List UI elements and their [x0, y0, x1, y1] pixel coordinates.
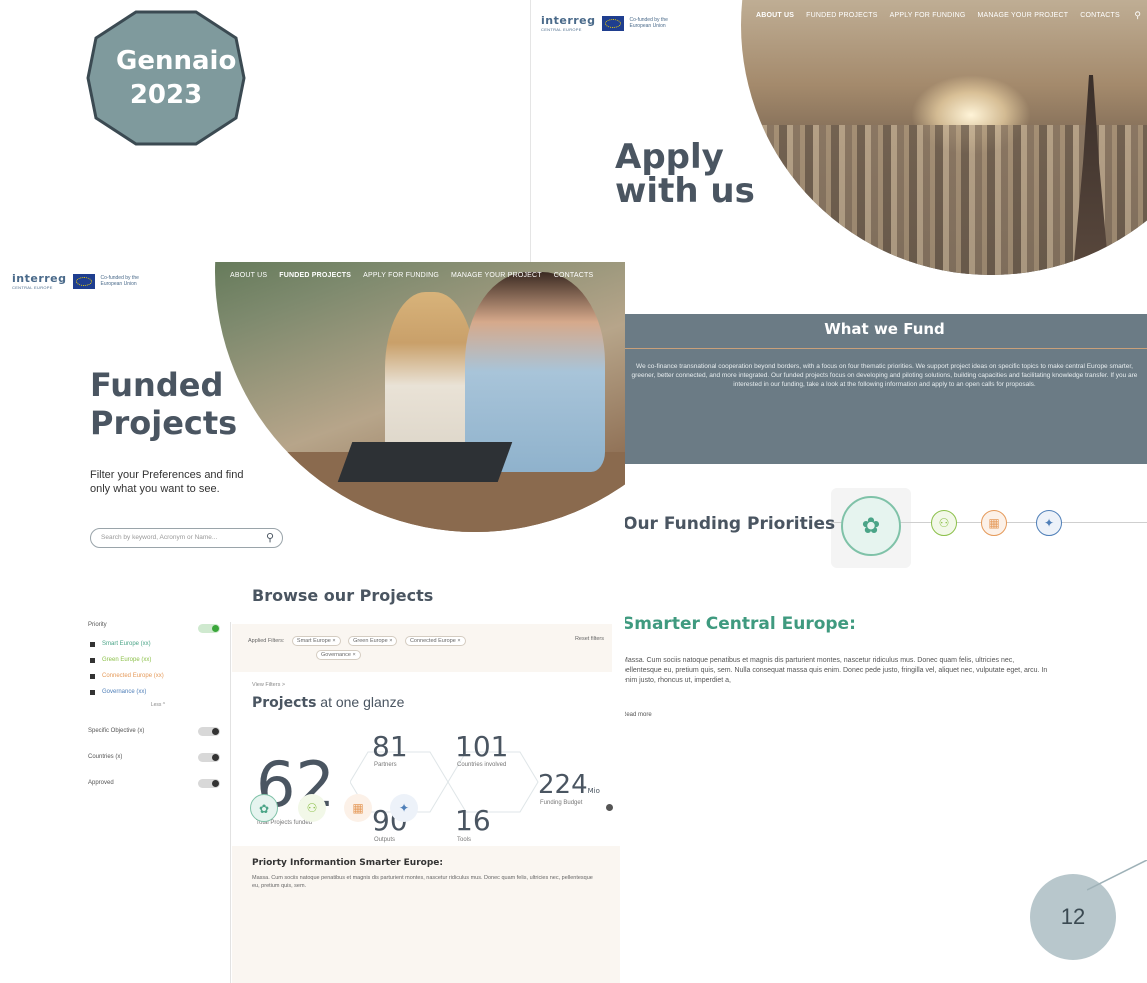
- browse-projects-title: Browse our Projects: [252, 586, 434, 605]
- network-icon[interactable]: ✦: [1036, 510, 1062, 536]
- filter-item-governance[interactable]: Governance (xx): [88, 684, 228, 700]
- page-subtitle: Filter your Preferences and find only wh…: [90, 469, 244, 495]
- applied-filters-bar: Applied Filters: Smart Europe × Green Eu…: [232, 624, 612, 672]
- funded-projects-screenshot: interreg CENTRAL EUROPE Co-funded by the…: [0, 262, 625, 983]
- filter-item-smart[interactable]: Smart Europe (xx): [88, 636, 228, 652]
- nav-apply-for-funding[interactable]: APPLY FOR FUNDING: [363, 272, 439, 279]
- month-badge: Gennaio 2023: [86, 10, 246, 146]
- eu-flag-icon: [72, 273, 95, 289]
- countries-filter[interactable]: Countries (x): [88, 744, 228, 770]
- filters-sidebar: Priority Smart Europe (xx) Green Europe …: [88, 622, 228, 796]
- people-icon[interactable]: ⚇: [931, 510, 957, 536]
- tools-value: 16: [455, 804, 491, 837]
- tools-caption: Tools: [457, 837, 472, 843]
- countries-value: 101: [455, 730, 509, 763]
- nav-funded-projects[interactable]: FUNDED PROJECTS: [279, 272, 351, 279]
- carousel-dot[interactable]: [606, 804, 613, 811]
- show-less-link[interactable]: Less ^: [88, 702, 228, 708]
- filter-item-connected[interactable]: Connected Europe (xx): [88, 668, 228, 684]
- city-icon[interactable]: ▦: [344, 794, 372, 822]
- brain-icon[interactable]: ✿: [250, 794, 278, 822]
- countries-toggle[interactable]: [198, 753, 220, 762]
- city-icon[interactable]: ▦: [981, 510, 1007, 536]
- filter-chip[interactable]: Connected Europe ×: [404, 636, 466, 646]
- nav-apply-for-funding[interactable]: APPLY FOR FUNDING: [890, 12, 966, 19]
- search-icon[interactable]: ⚲: [266, 531, 274, 544]
- priority-info-panel: Priorty Informantion Smarter Europe: Mas…: [232, 846, 620, 983]
- people-icon[interactable]: ⚇: [298, 794, 326, 822]
- priority-toggle[interactable]: [198, 624, 220, 633]
- priority-filter[interactable]: Priority: [88, 622, 228, 636]
- eu-flag-icon: [601, 15, 624, 31]
- budget-value: 224Mio: [538, 770, 600, 800]
- hero-team-photo: [215, 262, 625, 532]
- main-nav: ABOUT US FUNDED PROJECTS APPLY FOR FUNDI…: [230, 272, 605, 279]
- funding-priorities-title: Our Funding Priorities: [623, 514, 836, 534]
- budget-caption: Funding Budget: [540, 800, 583, 806]
- interreg-logo[interactable]: interreg CENTRAL EUROPE Co-funded by the…: [541, 14, 690, 32]
- what-we-fund-text: We co-finance transnational cooperation …: [631, 363, 1138, 388]
- nav-about-us[interactable]: ABOUT US: [230, 272, 267, 279]
- nav-manage-your-project[interactable]: MANAGE YOUR PROJECT: [451, 272, 542, 279]
- reset-filters-link[interactable]: Reset filters: [575, 636, 604, 642]
- brain-icon[interactable]: ✿: [841, 496, 901, 556]
- month-badge-text: Gennaio 2023: [116, 46, 237, 110]
- filter-item-green[interactable]: Green Europe (xx): [88, 652, 228, 668]
- divider: [621, 348, 1147, 349]
- filter-chip[interactable]: Governance ×: [316, 650, 361, 660]
- smarter-central-europe-title: Smarter Central Europe:: [622, 614, 856, 634]
- partners-value: 81: [372, 730, 408, 763]
- divider: [230, 622, 231, 983]
- nav-about-us[interactable]: ABOUT US: [756, 12, 794, 19]
- priority-info-text: Massa. Cum sociis natoque penatibus et m…: [252, 875, 593, 889]
- filter-chip[interactable]: Smart Europe ×: [291, 636, 341, 646]
- what-we-fund-section: What we Fund We co-finance transnational…: [621, 314, 1147, 464]
- search-icon[interactable]: ⚲: [1134, 10, 1141, 21]
- nav-contacts[interactable]: CONTACTS: [1080, 12, 1120, 19]
- specific-objective-toggle[interactable]: [198, 727, 220, 736]
- outputs-caption: Outputs: [374, 837, 396, 843]
- read-more-link[interactable]: Read more: [622, 712, 652, 718]
- breadcrumb[interactable]: View Filters >: [252, 682, 285, 688]
- nav-contacts[interactable]: CONTACTS: [554, 272, 594, 279]
- glance-title: Projects at one glanze: [252, 694, 405, 711]
- smarter-central-europe-text: Massa. Cum sociis natoque penatibus et m…: [622, 657, 1048, 684]
- filter-chip[interactable]: Green Europe ×: [348, 636, 398, 646]
- specific-objective-filter[interactable]: Specific Objective (x): [88, 718, 228, 744]
- approved-toggle[interactable]: [198, 779, 220, 788]
- nav-manage-your-project[interactable]: MANAGE YOUR PROJECT: [977, 12, 1068, 19]
- approved-filter[interactable]: Approved: [88, 770, 228, 796]
- page-title: Funded Projects: [90, 366, 238, 442]
- priority-info-title: Priorty Informantion Smarter Europe:: [252, 858, 443, 868]
- countries-caption: Countries involved: [457, 762, 507, 768]
- interreg-logo[interactable]: interreg CENTRAL EUROPE Co-funded by the…: [12, 272, 161, 290]
- main-nav: ABOUT US FUNDED PROJECTS APPLY FOR FUNDI…: [756, 12, 1132, 19]
- partners-caption: Partners: [374, 762, 397, 768]
- corner-decoration: [1087, 860, 1147, 891]
- network-icon[interactable]: ✦: [390, 794, 418, 822]
- search-input[interactable]: Search by keyword, Acronym or Name... ⚲: [90, 528, 283, 548]
- hero-city-photo: [741, 0, 1147, 275]
- what-we-fund-title: What we Fund: [824, 320, 945, 338]
- page-title: Apply with us: [615, 137, 755, 211]
- nav-funded-projects[interactable]: FUNDED PROJECTS: [806, 12, 877, 19]
